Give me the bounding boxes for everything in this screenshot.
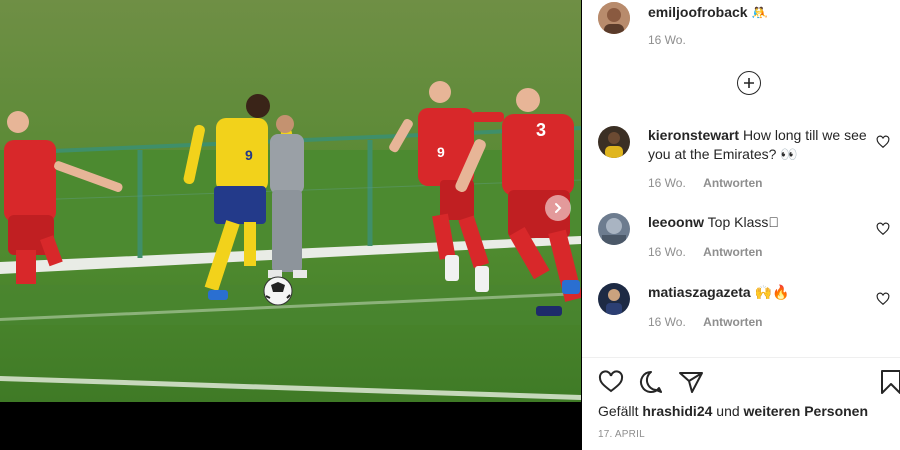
likes-prefix: Gefällt	[598, 403, 639, 419]
comment-body: leeoonw Top Klass􏿽	[648, 213, 868, 232]
comment-meta: 16 Wo. Antworten	[648, 315, 776, 329]
comment-age[interactable]: 16 Wo.	[648, 176, 686, 190]
author-badge-emoji: 🤼	[751, 5, 768, 20]
load-more-comments-button[interactable]	[737, 71, 761, 95]
comment-text: Top Klass􏿽	[707, 214, 779, 230]
comment-body: kieronstewart How long till we see you a…	[648, 126, 868, 164]
share-icon[interactable]	[678, 369, 704, 395]
comment-meta: 16 Wo. Antworten	[648, 245, 776, 259]
commenter-avatar[interactable]	[598, 213, 630, 245]
heart-icon[interactable]	[876, 222, 890, 236]
author-avatar[interactable]	[598, 2, 630, 34]
heart-icon[interactable]	[876, 135, 890, 149]
bookmark-icon[interactable]	[878, 369, 900, 395]
reply-button[interactable]: Antworten	[703, 245, 762, 259]
post-actions	[598, 369, 900, 395]
comment-age[interactable]: 16 Wo.	[648, 315, 686, 329]
reply-button[interactable]: Antworten	[703, 315, 762, 329]
comment-username[interactable]: kieronstewart	[648, 127, 739, 143]
plus-circle-icon	[744, 78, 754, 88]
chevron-right-icon	[555, 203, 562, 213]
reply-button[interactable]: Antworten	[703, 176, 762, 190]
likes-summary: Gefällt hrashidi24 und weiteren Personen	[598, 403, 868, 419]
post-date[interactable]: 17. APRIL	[598, 429, 645, 440]
comment-body: matiaszagazeta 🙌🔥	[648, 283, 868, 302]
heart-icon[interactable]	[876, 292, 890, 306]
likes-others[interactable]: weiteren Personen	[744, 403, 869, 419]
comment-age[interactable]: 16 Wo.	[648, 245, 686, 259]
svg-text:9: 9	[437, 144, 445, 160]
post-age[interactable]: 16 Wo.	[648, 33, 686, 47]
post-author: emiljoofroback 🤼 16 Wo.	[598, 0, 898, 60]
post-media: 9 9 3	[0, 0, 581, 450]
comment-text: 🙌🔥	[754, 284, 790, 300]
likes-middle: und	[716, 403, 740, 419]
likes-user[interactable]: hrashidi24	[642, 403, 712, 419]
comment-bubble-icon[interactable]	[638, 369, 664, 395]
comment-username[interactable]: matiaszagazeta	[648, 284, 751, 300]
svg-text:9: 9	[245, 147, 253, 163]
commenter-avatar[interactable]	[598, 126, 630, 158]
comment-username[interactable]: leeoonw	[648, 214, 704, 230]
football-match-image: 9 9 3	[0, 0, 581, 402]
instagram-post: 9 9 3 emiljoofroback 🤼 16 Wo. kieronstew…	[0, 0, 900, 450]
like-heart-icon[interactable]	[598, 369, 624, 395]
svg-text:3: 3	[536, 120, 546, 140]
section-divider	[582, 357, 900, 358]
commenter-avatar[interactable]	[598, 283, 630, 315]
post-photo[interactable]: 9 9 3	[0, 0, 581, 402]
author-username[interactable]: emiljoofroback 🤼	[648, 4, 768, 21]
media-letterbox	[0, 402, 581, 450]
comment-meta: 16 Wo. Antworten	[648, 176, 776, 190]
post-sidebar: emiljoofroback 🤼 16 Wo. kieronstewart Ho	[582, 0, 900, 450]
next-image-button[interactable]	[545, 195, 571, 221]
